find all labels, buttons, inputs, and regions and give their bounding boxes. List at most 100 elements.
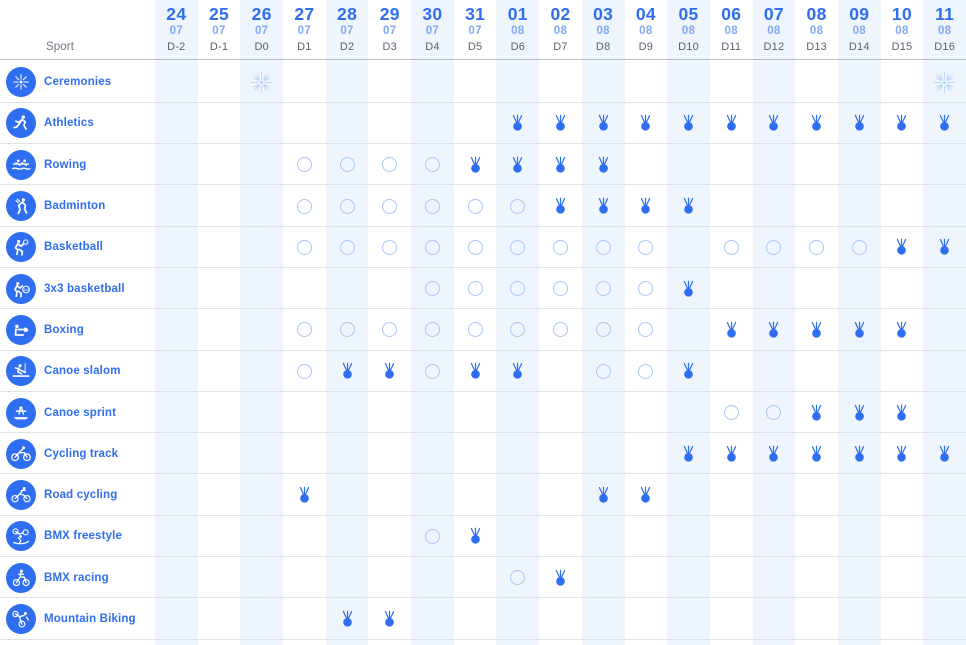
medal-event-marker[interactable] bbox=[625, 185, 668, 226]
medal-event-marker[interactable] bbox=[582, 185, 625, 226]
event-session-marker[interactable] bbox=[496, 227, 539, 268]
event-session-marker[interactable] bbox=[496, 185, 539, 226]
sport-row[interactable]: Basketball bbox=[0, 227, 966, 268]
date-column-header[interactable]: 05 08 D10 bbox=[667, 0, 710, 60]
event-session-marker[interactable] bbox=[454, 268, 497, 309]
event-session-marker[interactable] bbox=[368, 185, 411, 226]
medal-event-marker[interactable] bbox=[283, 475, 326, 516]
medal-event-marker[interactable] bbox=[368, 351, 411, 392]
date-column-header[interactable]: 26 07 D0 bbox=[240, 0, 283, 60]
event-session-marker[interactable] bbox=[625, 227, 668, 268]
medal-event-marker[interactable] bbox=[539, 103, 582, 144]
sport-row[interactable]: Road cycling bbox=[0, 475, 966, 516]
medal-event-marker[interactable] bbox=[881, 433, 924, 474]
date-column-header[interactable]: 04 08 D9 bbox=[625, 0, 668, 60]
event-session-marker[interactable] bbox=[411, 516, 454, 557]
medal-event-marker[interactable] bbox=[795, 392, 838, 433]
date-column-header[interactable]: 27 07 D1 bbox=[283, 0, 326, 60]
medal-event-marker[interactable] bbox=[667, 185, 710, 226]
medal-event-marker[interactable] bbox=[838, 103, 881, 144]
event-session-marker[interactable] bbox=[582, 227, 625, 268]
event-session-marker[interactable] bbox=[283, 185, 326, 226]
event-session-marker[interactable] bbox=[454, 309, 497, 350]
medal-event-marker[interactable] bbox=[753, 103, 796, 144]
date-column-header[interactable]: 09 08 D14 bbox=[838, 0, 881, 60]
medal-event-marker[interactable] bbox=[454, 516, 497, 557]
event-session-marker[interactable] bbox=[539, 268, 582, 309]
medal-event-marker[interactable] bbox=[667, 103, 710, 144]
event-session-marker[interactable] bbox=[326, 144, 369, 185]
medal-event-marker[interactable] bbox=[539, 185, 582, 226]
medal-event-marker[interactable] bbox=[923, 433, 966, 474]
ceremony-marker[interactable] bbox=[240, 62, 283, 103]
medal-event-marker[interactable] bbox=[667, 433, 710, 474]
event-session-marker[interactable] bbox=[753, 227, 796, 268]
event-session-marker[interactable] bbox=[368, 309, 411, 350]
medal-event-marker[interactable] bbox=[539, 144, 582, 185]
event-session-marker[interactable] bbox=[283, 227, 326, 268]
medal-event-marker[interactable] bbox=[881, 309, 924, 350]
event-session-marker[interactable] bbox=[411, 144, 454, 185]
event-session-marker[interactable] bbox=[753, 392, 796, 433]
sport-row[interactable]: Boxing bbox=[0, 309, 966, 351]
medal-event-marker[interactable] bbox=[838, 392, 881, 433]
medal-event-marker[interactable] bbox=[795, 433, 838, 474]
medal-event-marker[interactable] bbox=[454, 144, 497, 185]
medal-event-marker[interactable] bbox=[582, 103, 625, 144]
medal-event-marker[interactable] bbox=[454, 351, 497, 392]
event-session-marker[interactable] bbox=[625, 268, 668, 309]
date-column-header[interactable]: 01 08 D6 bbox=[496, 0, 539, 60]
date-column-header[interactable]: 29 07 D3 bbox=[368, 0, 411, 60]
medal-event-marker[interactable] bbox=[496, 103, 539, 144]
medal-event-marker[interactable] bbox=[667, 268, 710, 309]
event-session-marker[interactable] bbox=[496, 268, 539, 309]
medal-event-marker[interactable] bbox=[368, 598, 411, 639]
event-session-marker[interactable] bbox=[625, 309, 668, 350]
event-session-marker[interactable] bbox=[283, 144, 326, 185]
medal-event-marker[interactable] bbox=[881, 392, 924, 433]
medal-event-marker[interactable] bbox=[795, 103, 838, 144]
medal-event-marker[interactable] bbox=[539, 557, 582, 598]
medal-event-marker[interactable] bbox=[496, 144, 539, 185]
event-session-marker[interactable] bbox=[368, 227, 411, 268]
event-session-marker[interactable] bbox=[326, 185, 369, 226]
sport-row[interactable]: Cycling track bbox=[0, 433, 966, 475]
date-column-header[interactable]: 24 07 D-2 bbox=[155, 0, 198, 60]
date-column-header[interactable]: 11 08 D16 bbox=[923, 0, 966, 60]
ceremony-marker[interactable] bbox=[923, 62, 966, 103]
event-session-marker[interactable] bbox=[454, 227, 497, 268]
medal-event-marker[interactable] bbox=[753, 433, 796, 474]
date-column-header[interactable]: 02 08 D7 bbox=[539, 0, 582, 60]
event-session-marker[interactable] bbox=[838, 227, 881, 268]
medal-event-marker[interactable] bbox=[710, 433, 753, 474]
medal-event-marker[interactable] bbox=[795, 309, 838, 350]
date-column-header[interactable]: 03 08 D8 bbox=[582, 0, 625, 60]
sport-row[interactable]: Canoe sprint bbox=[0, 392, 966, 434]
event-session-marker[interactable] bbox=[368, 144, 411, 185]
sport-row[interactable]: Athletics bbox=[0, 103, 966, 145]
event-session-marker[interactable] bbox=[411, 351, 454, 392]
date-column-header[interactable]: 25 07 D-1 bbox=[198, 0, 241, 60]
medal-event-marker[interactable] bbox=[625, 103, 668, 144]
sport-row[interactable]: Mountain Biking bbox=[0, 598, 966, 640]
event-session-marker[interactable] bbox=[411, 309, 454, 350]
medal-event-marker[interactable] bbox=[838, 309, 881, 350]
event-session-marker[interactable] bbox=[454, 185, 497, 226]
medal-event-marker[interactable] bbox=[625, 475, 668, 516]
date-column-header[interactable]: 28 07 D2 bbox=[326, 0, 369, 60]
sport-row[interactable]: BMX racing bbox=[0, 557, 966, 599]
medal-event-marker[interactable] bbox=[582, 144, 625, 185]
event-session-marker[interactable] bbox=[710, 392, 753, 433]
event-session-marker[interactable] bbox=[582, 309, 625, 350]
sport-row[interactable]: Rowing bbox=[0, 144, 966, 186]
medal-event-marker[interactable] bbox=[667, 351, 710, 392]
medal-event-marker[interactable] bbox=[582, 475, 625, 516]
event-session-marker[interactable] bbox=[710, 227, 753, 268]
medal-event-marker[interactable] bbox=[326, 598, 369, 639]
medal-event-marker[interactable] bbox=[838, 433, 881, 474]
date-column-header[interactable]: 10 08 D15 bbox=[881, 0, 924, 60]
medal-event-marker[interactable] bbox=[881, 103, 924, 144]
event-session-marker[interactable] bbox=[795, 227, 838, 268]
event-session-marker[interactable] bbox=[411, 185, 454, 226]
medal-event-marker[interactable] bbox=[923, 103, 966, 144]
